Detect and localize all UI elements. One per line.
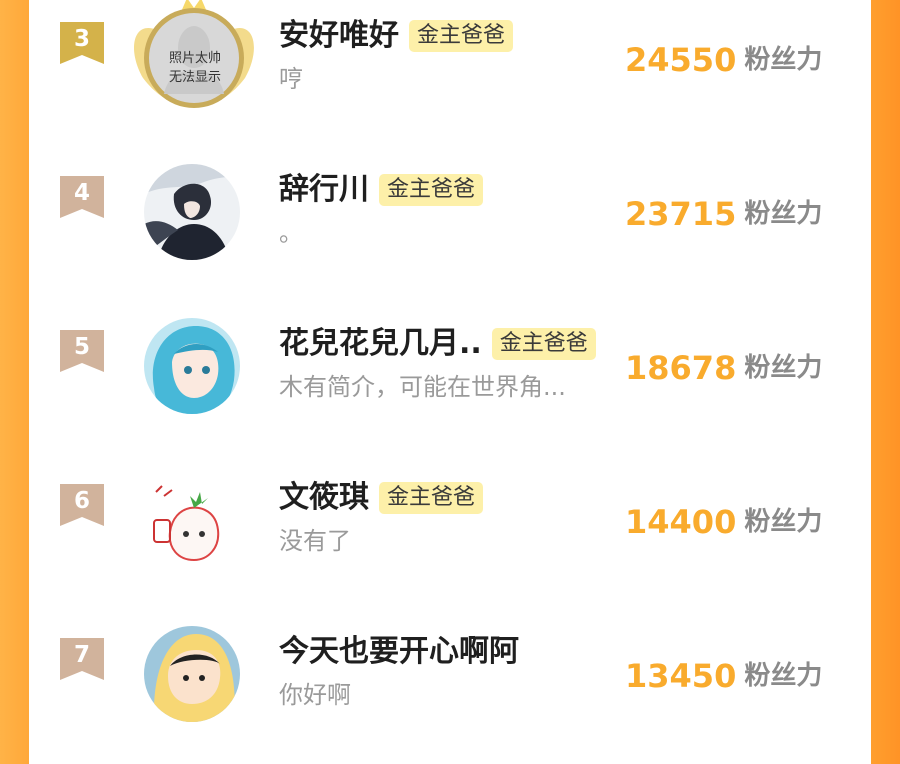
user-bio: 哼 xyxy=(279,65,303,93)
leaderboard-row[interactable]: 6 文筱琪 金主爸爸 没有了 14400 粉丝力 xyxy=(29,456,871,610)
leaderboard-row[interactable]: 5 花兒花兒几月.. 金主爸爸 木有简介，可能在世界角... 18678 粉丝力 xyxy=(29,302,871,456)
avatar[interactable] xyxy=(144,318,240,414)
name-line: 花兒花兒几月.. 金主爸爸 xyxy=(279,324,596,364)
rank-number: 6 xyxy=(73,488,90,514)
user-bio: 没有了 xyxy=(279,527,351,555)
score-value: 18678 xyxy=(625,349,737,387)
name-line: 今天也要开心啊阿 xyxy=(279,632,519,672)
score-unit: 粉丝力 xyxy=(744,661,823,691)
avatar-placeholder-text: 照片太帅 无法显示 xyxy=(168,51,221,85)
fan-score: 24550 粉丝力 xyxy=(625,38,822,82)
leaderboard-row[interactable]: 7 今天也要开心啊阿 你好啊 13450 粉丝力 xyxy=(29,610,871,764)
name-line: 文筱琪 金主爸爸 xyxy=(279,478,484,518)
rank-badge: 4 xyxy=(60,176,104,218)
user-name[interactable]: 安好唯好 xyxy=(279,16,399,56)
rank-number: 5 xyxy=(73,334,90,360)
score-value: 23715 xyxy=(625,195,737,233)
user-bio: 木有简介，可能在世界角... xyxy=(279,373,566,401)
sponsor-badge: 金主爸爸 xyxy=(491,328,596,360)
sponsor-badge: 金主爸爸 xyxy=(409,20,514,52)
score-unit: 粉丝力 xyxy=(744,507,823,537)
fan-score: 13450 粉丝力 xyxy=(625,654,822,698)
avatar[interactable] xyxy=(144,626,240,722)
rank-badge: 3 xyxy=(60,22,104,64)
score-value: 14400 xyxy=(625,503,737,541)
score-unit: 粉丝力 xyxy=(744,45,823,75)
fan-score: 23715 粉丝力 xyxy=(625,192,822,236)
user-name[interactable]: 辞行川 xyxy=(279,170,369,210)
rank-number: 7 xyxy=(73,642,90,668)
leaderboard-row[interactable]: 4 辞行川 金主爸爸 。 23715 粉丝力 xyxy=(29,148,871,302)
user-bio: 。 xyxy=(279,219,303,247)
avatar[interactable] xyxy=(144,164,240,260)
score-unit: 粉丝力 xyxy=(744,199,823,229)
score-unit: 粉丝力 xyxy=(744,353,823,383)
name-line: 安好唯好 金主爸爸 xyxy=(279,16,514,56)
score-value: 24550 xyxy=(625,41,737,79)
leaderboard-row[interactable]: 3 照片太帅 无法显示 安好唯好 金主爸爸 哼 24550 粉丝力 xyxy=(29,0,871,148)
user-bio: 你好啊 xyxy=(279,681,351,709)
fan-score: 14400 粉丝力 xyxy=(625,500,822,544)
fan-score: 18678 粉丝力 xyxy=(625,346,822,390)
sponsor-badge: 金主爸爸 xyxy=(379,482,484,514)
rank-number: 3 xyxy=(73,26,90,52)
avatar[interactable] xyxy=(144,472,240,568)
rank-badge: 5 xyxy=(60,330,104,372)
user-name[interactable]: 花兒花兒几月.. xyxy=(279,324,482,364)
leaderboard-panel: 3 照片太帅 无法显示 安好唯好 金主爸爸 哼 24550 粉丝力 4 辞行川 … xyxy=(29,0,871,722)
user-name[interactable]: 今天也要开心啊阿 xyxy=(279,632,519,672)
name-line: 辞行川 金主爸爸 xyxy=(279,170,484,210)
user-name[interactable]: 文筱琪 xyxy=(279,478,369,518)
sponsor-badge: 金主爸爸 xyxy=(379,174,484,206)
score-value: 13450 xyxy=(625,657,737,695)
rank-badge: 6 xyxy=(60,484,104,526)
rank-badge: 7 xyxy=(60,638,104,680)
rank-number: 4 xyxy=(73,180,90,206)
